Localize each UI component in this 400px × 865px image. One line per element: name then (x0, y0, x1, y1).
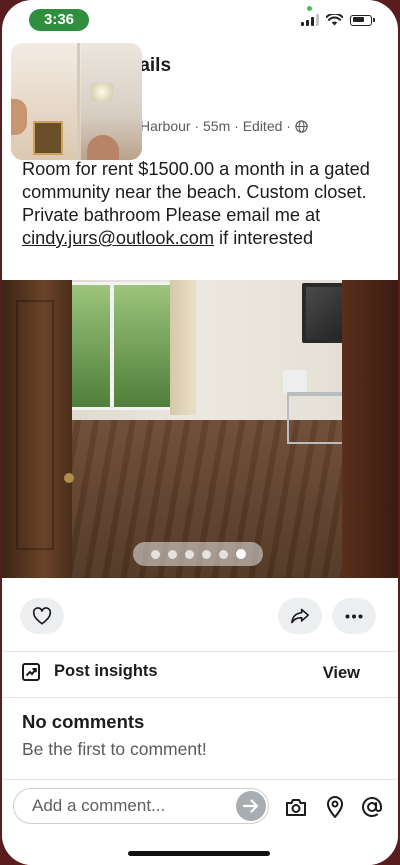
carousel-dot[interactable] (184, 549, 194, 559)
heart-icon (32, 607, 52, 625)
comment-input-wrapper[interactable] (13, 788, 269, 824)
status-time: 3:36 (29, 9, 89, 31)
divider (2, 697, 398, 698)
post-body-text: Room for rent $1500.00 a month in a gate… (22, 159, 370, 225)
email-link[interactable]: cindy.jurs@outlook.com (22, 228, 214, 248)
carousel-dot[interactable] (218, 549, 228, 559)
globe-icon (295, 119, 308, 133)
carousel-dot-active[interactable] (235, 549, 246, 559)
post-meta: Harbour · 55m · Edited · (140, 118, 308, 134)
insights-chart-icon (22, 662, 40, 681)
post-insights-row[interactable]: Post insights (22, 662, 158, 681)
carousel-dot[interactable] (201, 549, 211, 559)
location-button[interactable] (322, 794, 348, 820)
post-photo[interactable] (2, 280, 398, 578)
carousel-dot[interactable] (150, 549, 160, 559)
divider (2, 651, 398, 652)
send-button[interactable] (236, 791, 266, 821)
home-indicator[interactable] (128, 851, 270, 856)
comments-empty-message: Be the first to comment! (22, 739, 207, 759)
video-call-pip[interactable] (11, 43, 142, 160)
post-meta-text: Harbour · 55m · Edited · (140, 118, 291, 134)
arrow-right-icon (243, 799, 259, 813)
status-bar: 3:36 (2, 0, 398, 40)
carousel-indicator[interactable] (133, 542, 263, 566)
mention-button[interactable] (359, 794, 385, 820)
post-insights-label: Post insights (54, 662, 158, 680)
cellular-signal-icon (301, 14, 319, 26)
post-body: Room for rent $1500.00 a month in a gate… (22, 158, 384, 250)
share-button[interactable] (278, 598, 322, 634)
camera-icon (286, 798, 306, 816)
like-button[interactable] (20, 598, 64, 634)
camera-button[interactable] (283, 794, 309, 820)
post-body-tail: if interested (214, 228, 314, 248)
more-icon (345, 614, 363, 618)
camera-in-use-indicator (307, 6, 312, 11)
battery-icon (350, 14, 375, 26)
carousel-dot[interactable] (167, 549, 177, 559)
location-pin-icon (327, 796, 343, 818)
view-insights-link[interactable]: View (323, 664, 360, 683)
more-button[interactable] (332, 598, 376, 634)
wifi-icon (326, 14, 343, 26)
status-icons (301, 14, 375, 26)
comments-title: No comments (22, 711, 145, 732)
at-sign-icon (362, 797, 382, 817)
comment-input[interactable] (30, 795, 234, 817)
phone-screen: 3:36 tails Harbour · 55m · Edited · Room… (2, 0, 398, 865)
share-icon (291, 608, 309, 624)
